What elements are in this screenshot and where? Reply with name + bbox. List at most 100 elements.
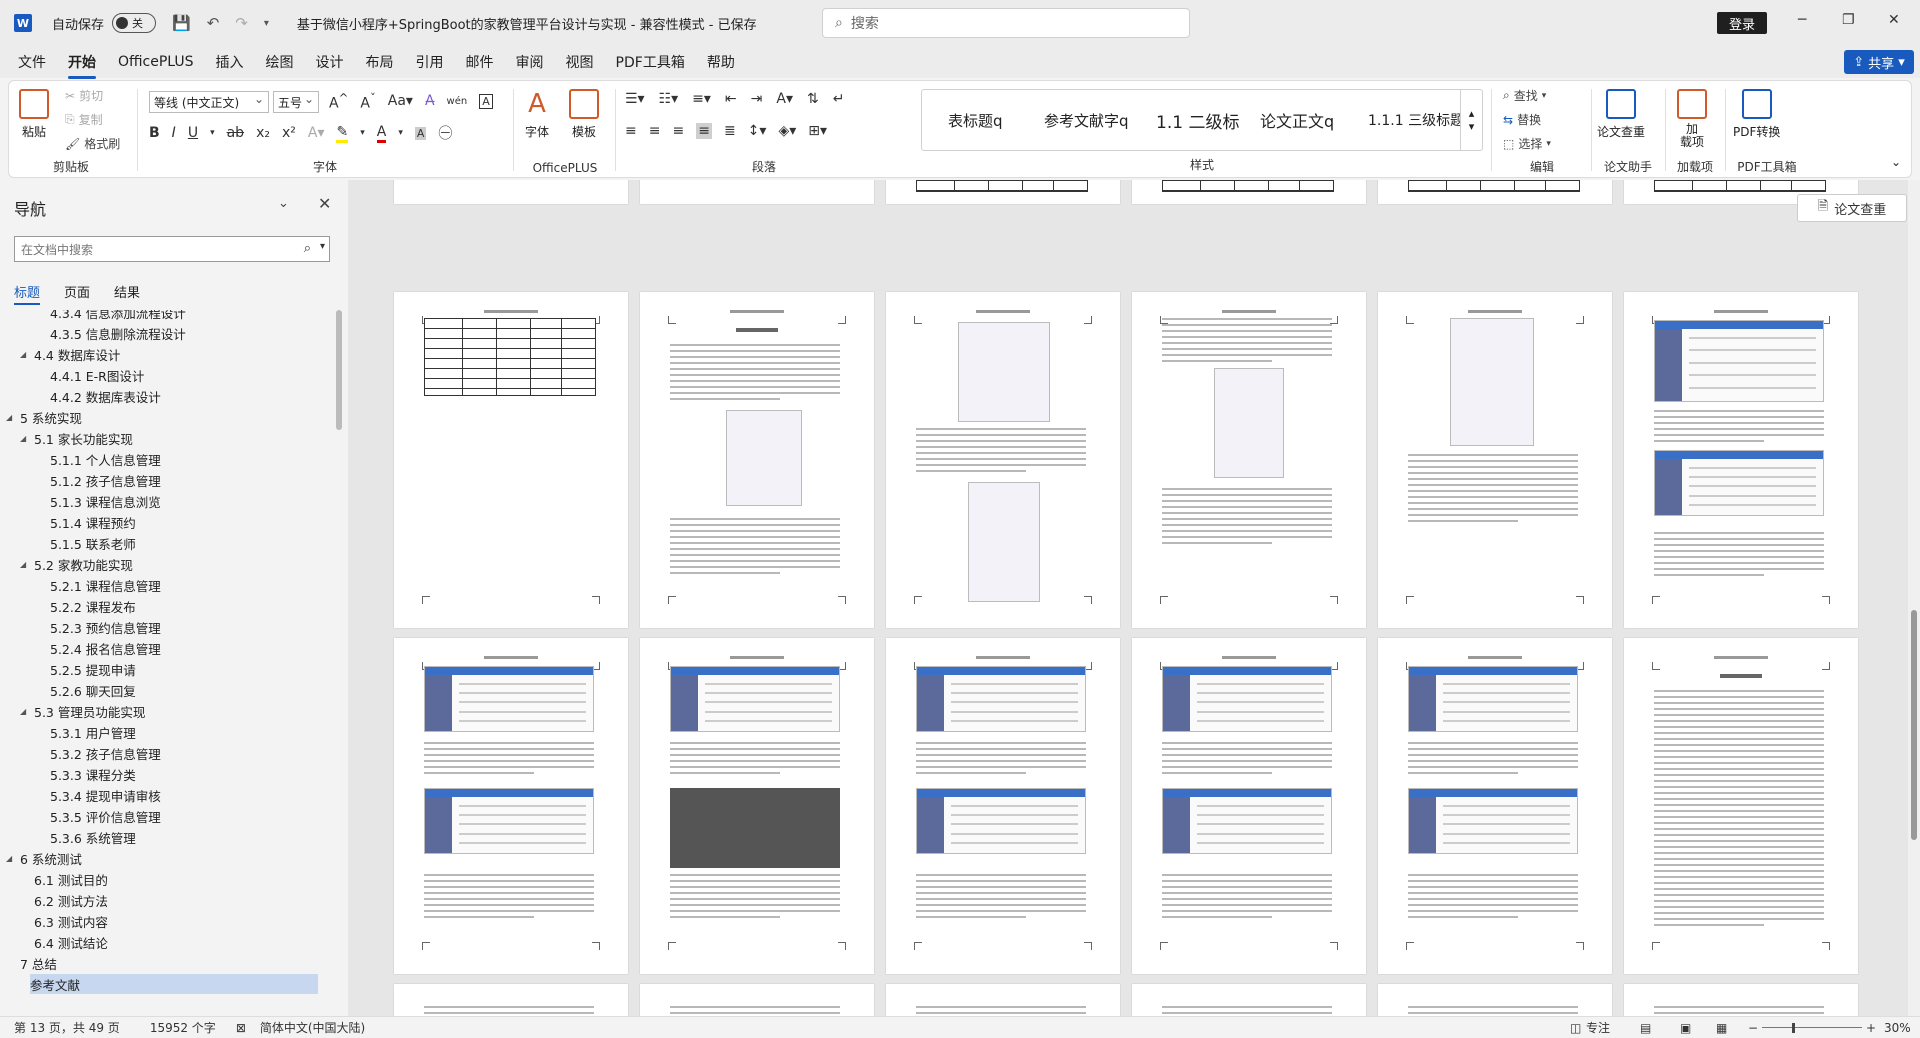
close-icon[interactable]: ✕ [1888,12,1900,28]
document-title[interactable]: 基于微信小程序+SpringBoot的家教管理平台设计与实现 - 兼容性模式 -… [297,14,757,33]
document-page[interactable] [1132,180,1366,204]
nav-tab-results[interactable]: 结果 [114,282,140,305]
nav-heading-item[interactable]: 5.1.1 个人信息管理 [50,449,161,469]
nav-heading-item[interactable]: 7 总结 [20,953,57,973]
nav-heading-item[interactable]: ◢ 5.2 家教功能实现 [20,554,133,574]
char-border-icon[interactable]: A [479,93,493,109]
customize-toolbar-icon[interactable]: ▾ [264,18,269,29]
paper-check-side-button[interactable]: 🗎 论文查重 [1797,194,1907,222]
nav-tab-headings[interactable]: 标题 [14,282,41,305]
align-left-icon[interactable]: ≡ [625,123,637,139]
page-count[interactable]: 第 13 页，共 49 页 [14,1019,120,1036]
zoom-out-icon[interactable]: − [1748,1021,1758,1035]
redo-icon[interactable]: ↷ [235,14,248,32]
italic-icon[interactable]: I [172,125,176,141]
collapse-ribbon-icon[interactable]: ⌄ [1891,155,1901,169]
proofing-icon[interactable]: ⊠ [236,1021,246,1035]
document-page[interactable] [394,984,628,1016]
focus-label[interactable]: 专注 [1586,1019,1610,1036]
nav-heading-item[interactable]: 4.4.2 数据库表设计 [50,386,161,406]
zoom-level[interactable]: 30% [1884,1021,1911,1035]
collapse-triangle-icon[interactable]: ◢ [6,854,20,863]
style-reference[interactable]: 参考文献字q [1032,90,1144,150]
tab-design[interactable]: 设计 [316,48,344,76]
nav-heading-item[interactable]: 5.1.5 联系老师 [50,533,136,553]
nav-heading-item[interactable]: 5.3.1 用户管理 [50,722,136,742]
bold-icon[interactable]: B [149,125,160,141]
nav-heading-item[interactable]: 4.3.5 信息删除流程设计 [50,323,186,343]
select-button[interactable]: ⬚ 选择 ▾ [1503,135,1551,152]
enclose-char-icon[interactable]: ㊀ [438,123,452,143]
search-icon[interactable]: ⌕ [304,241,311,256]
login-button[interactable]: 登录 [1717,12,1767,34]
nav-heading-item[interactable]: 5.2.4 报名信息管理 [50,638,161,658]
nav-heading-item[interactable]: 参考文献 [30,974,318,994]
document-page[interactable] [394,292,628,628]
document-page[interactable] [1378,180,1612,204]
tab-mailings[interactable]: 邮件 [466,48,494,76]
collapse-triangle-icon[interactable]: ◢ [20,350,34,359]
collapse-triangle-icon[interactable]: ◢ [20,560,34,569]
decrease-indent-icon[interactable]: ⇤ [725,91,737,107]
nav-heading-item[interactable]: 4.3.4 信息添加流程设计 [50,310,186,322]
format-painter-button[interactable]: 🖌 格式刷 [65,135,120,152]
nav-heading-item[interactable]: 5.2.3 预约信息管理 [50,617,161,637]
tab-insert[interactable]: 插入 [216,48,244,76]
addins-button[interactable]: 加 载项 [1677,89,1707,149]
align-right-icon[interactable]: ≡ [672,123,684,139]
document-page[interactable] [886,180,1120,204]
nav-heading-item[interactable]: 5.3.6 系统管理 [50,827,136,847]
sort-icon[interactable]: ⇅ [807,91,819,107]
document-page[interactable] [1132,984,1366,1016]
document-page[interactable] [640,984,874,1016]
font-color-icon[interactable]: A [376,124,387,143]
document-canvas[interactable] [348,180,1908,1016]
replace-button[interactable]: ⇆ 替换 [1503,111,1541,128]
font-family-select[interactable]: 等线 (中文正文) [149,91,269,113]
cut-button[interactable]: ✂ 剪切 [65,87,103,104]
highlight-icon[interactable]: ✎ [336,124,349,143]
read-mode-icon[interactable]: ▤ [1640,1021,1651,1035]
shading-icon[interactable]: ◈▾ [778,123,796,139]
nav-heading-item[interactable]: 5.3.4 提现申请审核 [50,785,161,805]
save-icon[interactable]: 💾 [172,14,191,32]
document-page[interactable] [1624,984,1858,1016]
nav-heading-item[interactable]: 5.1.2 孩子信息管理 [50,470,161,490]
superscript-icon[interactable]: x² [282,125,296,141]
focus-icon[interactable]: ◫ [1570,1021,1581,1035]
tab-pdf-tools[interactable]: PDF工具箱 [616,48,685,76]
nav-heading-item[interactable]: ◢ 5.3 管理员功能实现 [20,701,145,721]
nav-scrollbar[interactable] [336,310,342,430]
vertical-scrollbar[interactable] [1908,180,1920,1016]
tab-review[interactable]: 审阅 [516,48,544,76]
officeplus-font-button[interactable]: A 字体 [525,89,549,140]
borders-icon[interactable]: ⊞▾ [808,123,827,139]
line-spacing-icon[interactable]: ↕▾ [748,123,767,139]
document-page[interactable] [1132,638,1366,974]
paste-button[interactable]: 粘贴 [19,89,49,140]
document-page[interactable] [640,180,874,204]
pdf-convert-button[interactable]: PDF转换 [1733,89,1780,140]
tab-layout[interactable]: 布局 [366,48,394,76]
justify-icon[interactable]: ≡ [696,123,712,139]
nav-tab-pages[interactable]: 页面 [64,282,90,305]
document-page[interactable] [886,984,1120,1016]
document-page[interactable] [886,292,1120,628]
copy-button[interactable]: ⎘ 复制 [65,111,103,128]
collapse-triangle-icon[interactable]: ◢ [20,434,34,443]
print-layout-icon[interactable]: ▣ [1680,1021,1691,1035]
document-page[interactable] [1378,984,1612,1016]
shrink-font-icon[interactable]: Aˇ [360,91,375,112]
collapse-triangle-icon[interactable]: ◢ [20,707,34,716]
word-count[interactable]: 15952 个字 [150,1019,216,1036]
nav-heading-item[interactable]: 5.2.2 课程发布 [50,596,136,616]
find-button[interactable]: ⌕ 查找 ▾ [1503,87,1546,104]
restore-icon[interactable]: ❐ [1842,12,1855,28]
clear-format-icon[interactable]: A̶ [425,93,435,109]
zoom-in-icon[interactable]: + [1866,1021,1876,1035]
bullets-icon[interactable]: ☰▾ [625,91,645,107]
nav-heading-item[interactable]: 6.4 测试结论 [34,932,108,952]
text-effects-icon[interactable]: A▾ [308,125,325,141]
change-case-icon[interactable]: Aa▾ [388,93,413,109]
align-center-icon[interactable]: ≡ [649,123,661,139]
